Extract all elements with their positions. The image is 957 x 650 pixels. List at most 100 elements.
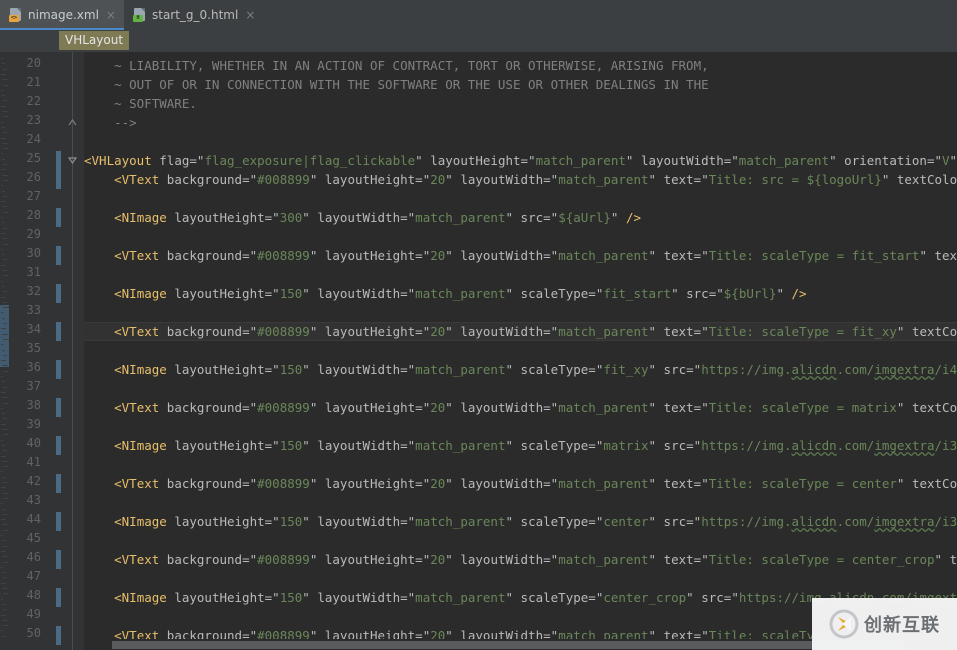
vcs-change-marker[interactable] bbox=[56, 322, 61, 341]
tab-nimage-xml[interactable]: <> nimage.xml × bbox=[0, 0, 124, 30]
line-number: 48 bbox=[26, 588, 41, 602]
code-token-val: Title: scaleType = matrix bbox=[708, 400, 897, 415]
code-token-attr: text= bbox=[656, 248, 702, 263]
code-token-punct: " bbox=[445, 476, 453, 491]
line-number: 20 bbox=[26, 56, 41, 70]
code-token-val: 20 bbox=[430, 400, 446, 415]
fold-collapse-icon[interactable] bbox=[67, 155, 78, 166]
code-token-attr: src= bbox=[656, 514, 694, 529]
minimap-tick bbox=[3, 609, 7, 611]
minimap-tick bbox=[1, 232, 6, 234]
code-token-tag: VText bbox=[121, 400, 160, 415]
vcs-change-marker[interactable] bbox=[56, 208, 61, 227]
code-token-attr: layoutWidth= bbox=[309, 438, 408, 453]
vcs-change-marker[interactable] bbox=[56, 588, 61, 607]
code-token-attr: layoutHeight= bbox=[317, 324, 423, 339]
code-token-attr: textColor bbox=[896, 172, 957, 187]
line-number: 27 bbox=[26, 189, 41, 203]
vcs-change-marker[interactable] bbox=[56, 512, 61, 531]
code-token-val: Title: scaleType = fit_start bbox=[708, 248, 920, 263]
code-token-val: 150 bbox=[279, 362, 303, 377]
minimap-tick bbox=[3, 68, 7, 70]
code-token-bracket: /> bbox=[791, 286, 807, 301]
minimap-tick bbox=[1, 121, 3, 123]
code-token-val: fit_xy bbox=[603, 362, 649, 377]
code-token-attr: text= bbox=[656, 552, 702, 567]
code-token-val: 20 bbox=[430, 476, 446, 491]
code-token-val: #008899 bbox=[257, 476, 310, 491]
code-token-punct: " bbox=[505, 210, 514, 225]
vcs-change-marker[interactable] bbox=[56, 474, 61, 493]
code-token-spell: alicdn bbox=[791, 362, 837, 377]
minimap-tick bbox=[1, 471, 3, 473]
line-number: 46 bbox=[26, 550, 41, 564]
code-line: ~ OUT OF OR IN CONNECTION WITH THE SOFTW… bbox=[84, 75, 709, 94]
close-icon[interactable]: × bbox=[243, 9, 255, 21]
minimap-tick bbox=[2, 556, 8, 558]
vcs-change-marker[interactable] bbox=[56, 398, 61, 417]
watermark-logo: 创新互联 bbox=[812, 598, 957, 650]
code-token-bracket: < bbox=[114, 172, 122, 187]
code-token-val: Title: scaleType = center bbox=[708, 476, 897, 491]
vcs-change-marker[interactable] bbox=[56, 151, 61, 170]
line-number: 44 bbox=[26, 512, 41, 526]
code-token-attr: layoutWidth= bbox=[452, 400, 551, 415]
code-editor[interactable]: 20 21 22 23 24 25 26 27 28 29 30 31 32 33 34 35 36 37 38 39… bbox=[0, 52, 957, 650]
vcs-change-marker[interactable] bbox=[56, 170, 61, 189]
minimap-tick bbox=[2, 476, 5, 478]
code-token-attr: layoutWidth= bbox=[452, 248, 551, 263]
code-token-punct: " bbox=[701, 324, 709, 339]
breadcrumb-item-vhlayout[interactable]: VHLayout bbox=[59, 31, 130, 50]
code-token-tag: NImage bbox=[121, 590, 167, 605]
minimap-tick bbox=[3, 259, 7, 261]
code-token-val: https://img. bbox=[701, 438, 792, 453]
scrollbar-thumb-horizontal[interactable] bbox=[112, 641, 905, 649]
code-token-punct: " bbox=[272, 438, 280, 453]
minimap-tick bbox=[2, 429, 8, 430]
minimap-tick bbox=[1, 185, 3, 187]
minimap-tick bbox=[1, 439, 3, 441]
close-icon[interactable]: × bbox=[104, 9, 116, 21]
line-number: 28 bbox=[26, 208, 41, 222]
line-number: 49 bbox=[26, 607, 41, 621]
minimap-tick bbox=[3, 450, 7, 452]
line-number-gutter[interactable]: 20 21 22 23 24 25 26 27 28 29 30 31 32 33 34 35 36 37 38 39… bbox=[9, 52, 84, 650]
code-token-attr: text= bbox=[656, 324, 702, 339]
code-token-punct: " bbox=[686, 590, 694, 605]
code-token-punct: " bbox=[272, 362, 280, 377]
code-token-attr: src= bbox=[656, 362, 694, 377]
vcs-change-marker[interactable] bbox=[56, 550, 61, 569]
minimap-tick bbox=[2, 524, 8, 526]
vcs-change-marker[interactable] bbox=[56, 246, 61, 265]
code-token-attr: layoutHeight= bbox=[317, 248, 423, 263]
fold-end-icon[interactable] bbox=[67, 117, 78, 128]
vcs-change-marker[interactable] bbox=[56, 626, 61, 645]
code-token-punct: " bbox=[249, 476, 258, 491]
code-token-attr: layoutWidth= bbox=[309, 590, 408, 605]
minimap-tick bbox=[2, 158, 5, 160]
code-token-bracket: < bbox=[114, 248, 122, 263]
code-token-val: match_parent bbox=[558, 400, 649, 415]
code-token-attr: background= bbox=[159, 248, 250, 263]
minimap-tick bbox=[1, 248, 3, 250]
code-token-attr: layoutHeight= bbox=[317, 172, 423, 187]
code-token-val: match_parent bbox=[558, 172, 649, 187]
code-line: <VText background="#008899" layoutHeight… bbox=[84, 322, 957, 341]
code-token-punct: " bbox=[934, 153, 943, 168]
vcs-change-marker[interactable] bbox=[56, 436, 61, 455]
scrollbar-thumb[interactable] bbox=[0, 305, 9, 367]
vcs-change-marker[interactable] bbox=[56, 360, 61, 379]
tab-start-g-0-html[interactable]: H start_g_0.html × bbox=[124, 0, 263, 30]
minimap-tick bbox=[1, 169, 6, 171]
code-token-comment: --> bbox=[84, 115, 137, 130]
code-token-punct: " bbox=[648, 172, 657, 187]
code-token-attr: layoutWidth= bbox=[452, 324, 551, 339]
code-token-val: Title: scaleType = center_crop bbox=[708, 552, 935, 567]
code-text-area[interactable]: ~ LIABILITY, WHETHER IN AN ACTION OF CON… bbox=[84, 52, 957, 650]
vcs-change-marker[interactable] bbox=[56, 284, 61, 303]
